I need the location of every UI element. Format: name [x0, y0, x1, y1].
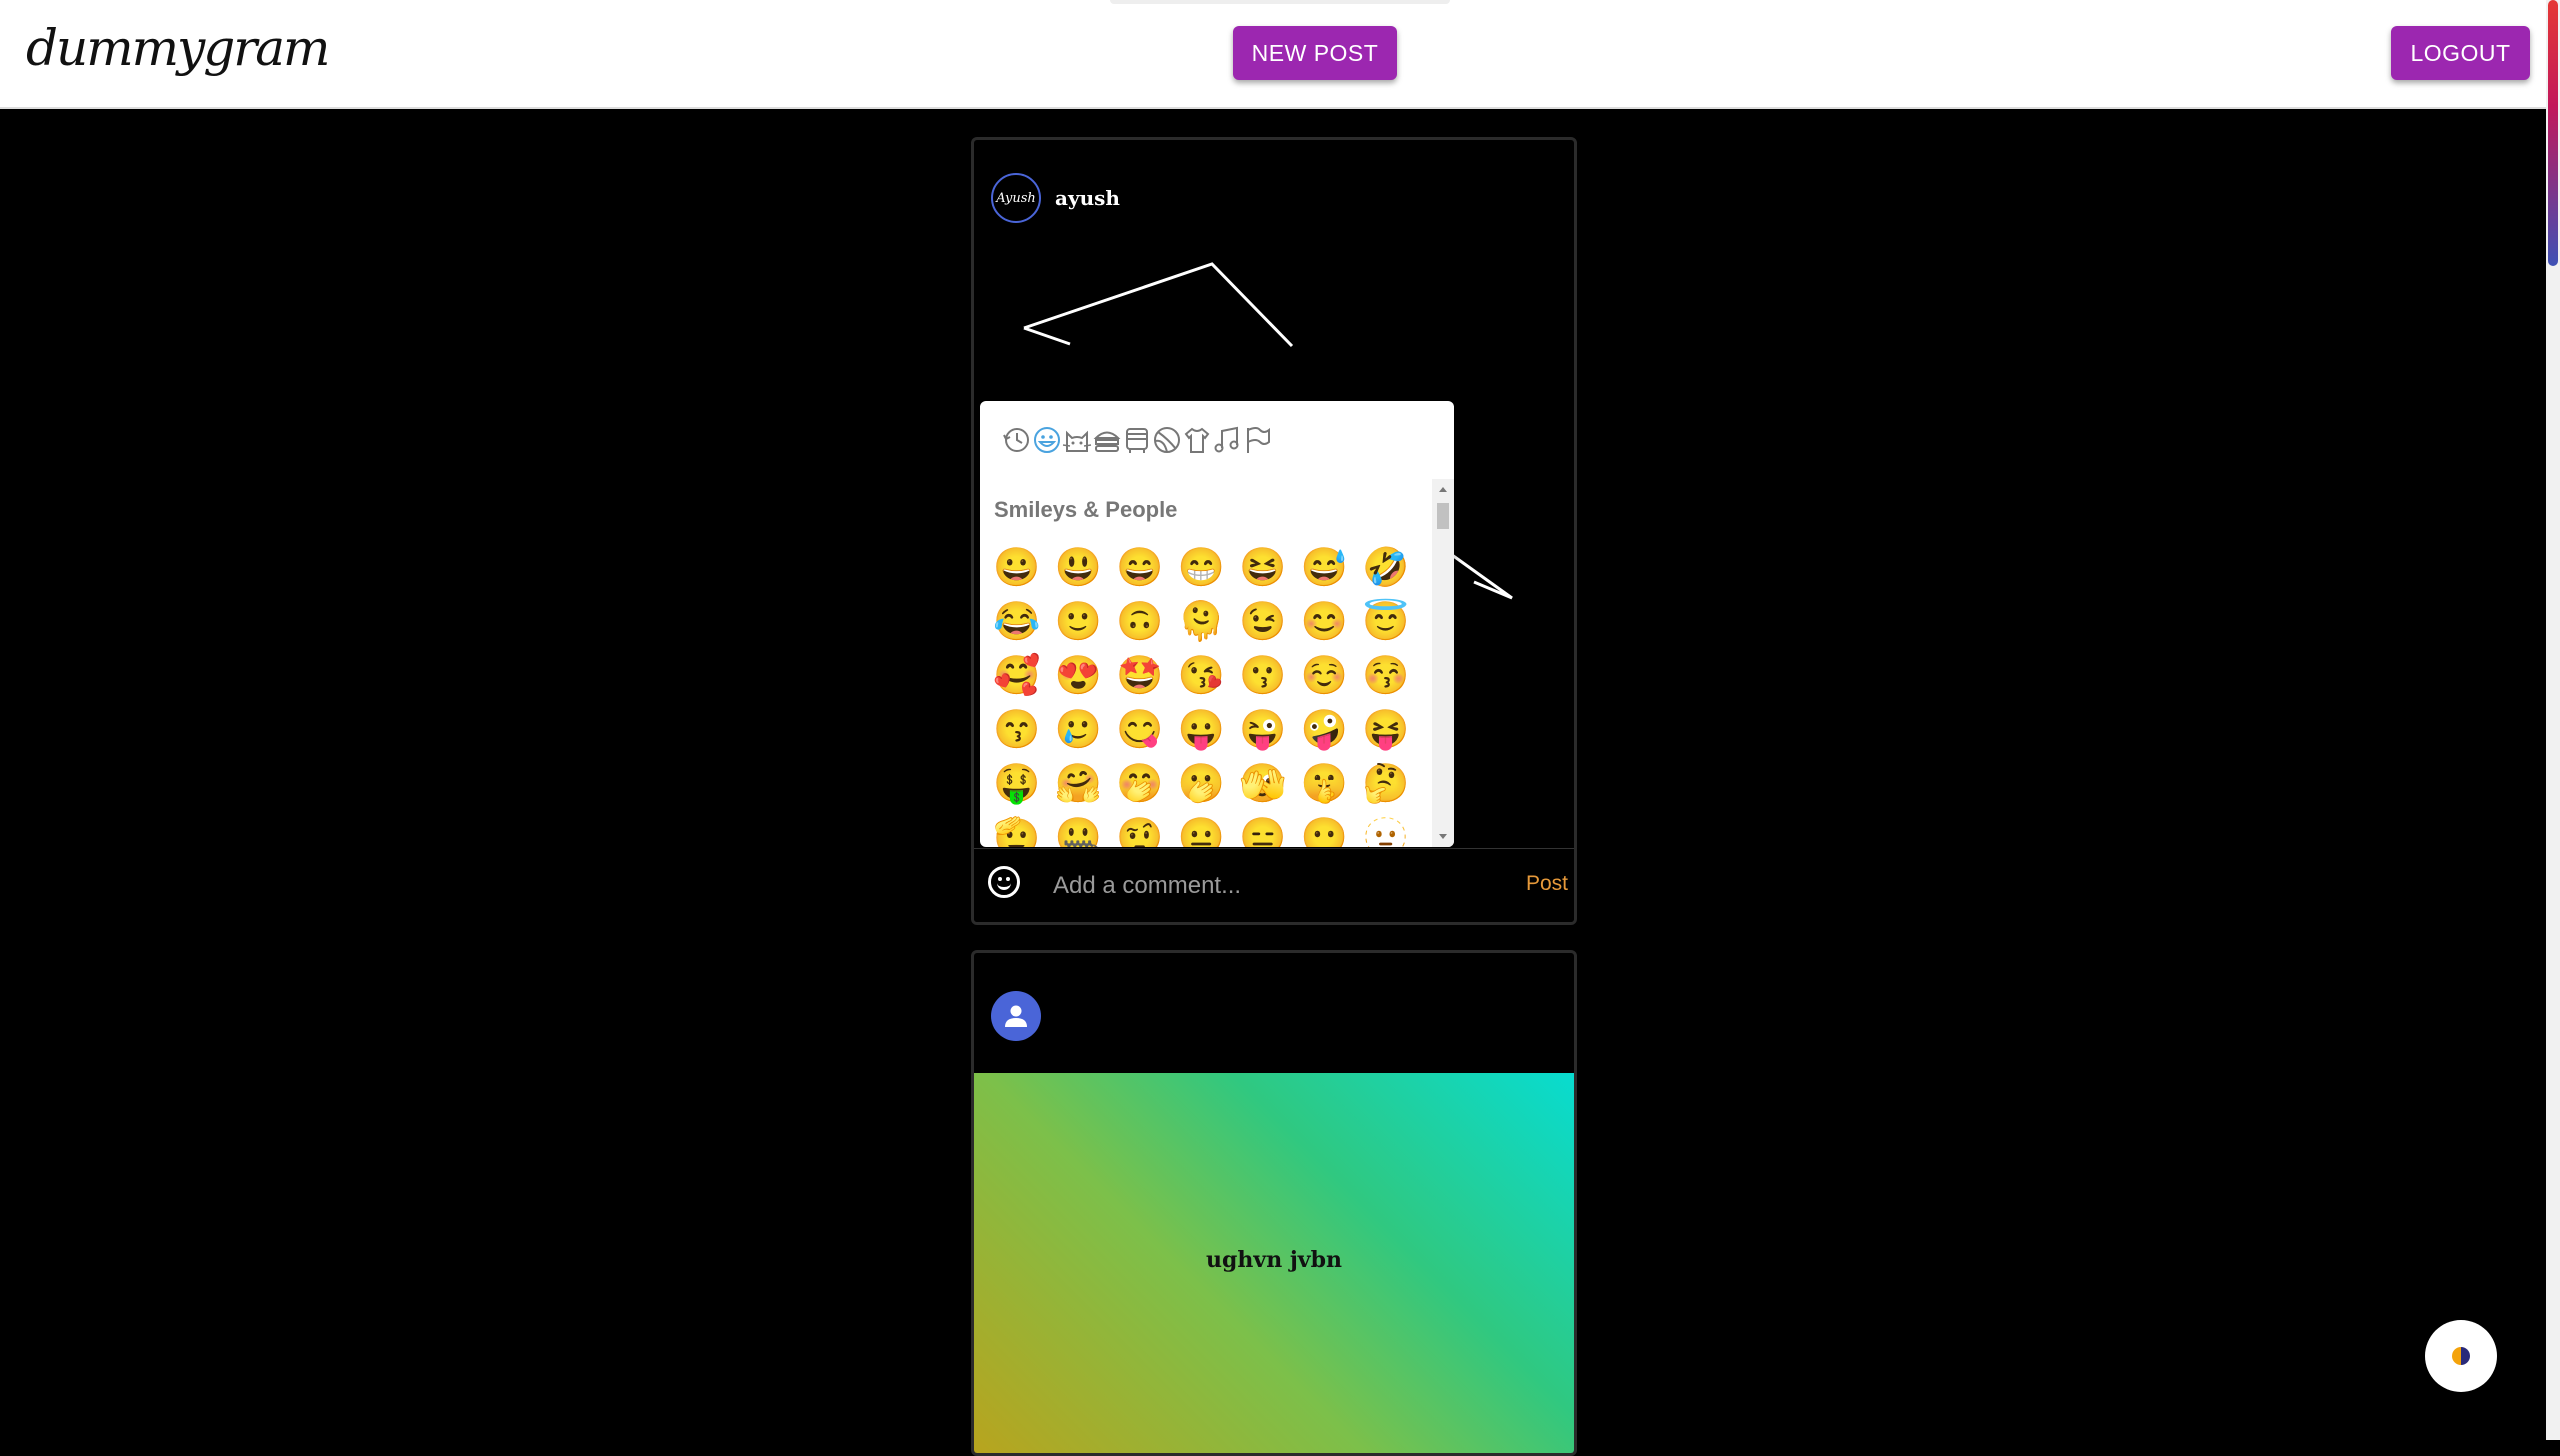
- emoji-item[interactable]: 😂: [990, 595, 1044, 649]
- emoji-item[interactable]: 😑: [1236, 811, 1290, 847]
- emoji-item[interactable]: 🤣: [1359, 541, 1413, 595]
- top-header: dummygram NEW POST LOGOUT: [0, 0, 2546, 109]
- theme-toggle-button[interactable]: [2425, 1320, 2497, 1392]
- avatar[interactable]: [991, 991, 1041, 1041]
- emoji-item[interactable]: 🫡: [990, 811, 1044, 847]
- emoji-item[interactable]: 🫠: [1175, 595, 1229, 649]
- scroll-up-arrow-icon[interactable]: [1439, 487, 1447, 492]
- travel-icon[interactable]: [1122, 425, 1152, 455]
- emoji-item[interactable]: 🫣: [1236, 757, 1290, 811]
- emoji-item[interactable]: 🙃: [1113, 595, 1167, 649]
- smiley-icon[interactable]: [988, 866, 1020, 898]
- logout-button[interactable]: LOGOUT: [2391, 26, 2530, 80]
- emoji-item[interactable]: 😘: [1175, 649, 1229, 703]
- post-image[interactable]: ughvn jvbn: [974, 1073, 1574, 1453]
- new-post-button[interactable]: NEW POST: [1233, 26, 1397, 80]
- emoji-item[interactable]: 🥲: [1052, 703, 1106, 757]
- emoji-item[interactable]: 😃: [1052, 541, 1106, 595]
- emoji-item[interactable]: 😛: [1175, 703, 1229, 757]
- emoji-item[interactable]: ☺️: [1298, 649, 1352, 703]
- emoji-item[interactable]: 😍: [1052, 649, 1106, 703]
- emoji-item[interactable]: 🤐: [1052, 811, 1106, 847]
- emoji-item[interactable]: 🤔: [1359, 757, 1413, 811]
- emoji-picker-scroll-thumb[interactable]: [1437, 503, 1449, 529]
- avatar[interactable]: Ayush: [991, 173, 1041, 223]
- food-icon[interactable]: [1092, 425, 1122, 455]
- post-caption: ughvn jvbn: [1206, 1247, 1342, 1273]
- person-icon: [1005, 1005, 1027, 1027]
- emoji-item[interactable]: 🤨: [1113, 811, 1167, 847]
- emoji-item[interactable]: 😉: [1236, 595, 1290, 649]
- emoji-item[interactable]: 🫢: [1175, 757, 1229, 811]
- emoji-item[interactable]: 😙: [990, 703, 1044, 757]
- half-circle-icon: [2452, 1347, 2470, 1365]
- emoji-item[interactable]: 😀: [990, 541, 1044, 595]
- flags-icon[interactable]: [1242, 425, 1272, 455]
- objects-icon[interactable]: [1182, 425, 1212, 455]
- emoji-item[interactable]: 😚: [1359, 649, 1413, 703]
- emoji-item[interactable]: 😅: [1298, 541, 1352, 595]
- emoji-item[interactable]: 😝: [1359, 703, 1413, 757]
- emoji-picker-scrollbar[interactable]: [1432, 479, 1454, 847]
- emoji-item[interactable]: 😄: [1113, 541, 1167, 595]
- emoji-picker: Smileys & People 😀 😃 😄 😁 😆 😅 🤣 😂 🙂 🙃 🫠 😉 😊 😇 🥰 😍 🤩 😘 😗 ☺️ 😚 😙…: [980, 401, 1454, 847]
- emoji-item[interactable]: 😊: [1298, 595, 1352, 649]
- emoji-section-title: Smileys & People: [994, 497, 1178, 522]
- post-comment-button[interactable]: Post: [1526, 872, 1568, 896]
- emoji-item[interactable]: 🤩: [1113, 649, 1167, 703]
- emoji-item[interactable]: 🤑: [990, 757, 1044, 811]
- comment-input[interactable]: [1051, 867, 1435, 905]
- emoji-item[interactable]: 😆: [1236, 541, 1290, 595]
- emoji-item[interactable]: 🥰: [990, 649, 1044, 703]
- emoji-item[interactable]: 🤭: [1113, 757, 1167, 811]
- emoji-item[interactable]: 🤪: [1298, 703, 1352, 757]
- symbols-icon[interactable]: [1212, 425, 1242, 455]
- emoji-category-bar: [980, 421, 1454, 463]
- scroll-down-arrow-icon[interactable]: [1439, 834, 1447, 839]
- emoji-item[interactable]: 🤗: [1052, 757, 1106, 811]
- recent-icon[interactable]: [1002, 425, 1032, 455]
- post-card: ughvn jvbn: [971, 950, 1577, 1456]
- emoji-item[interactable]: 🤫: [1298, 757, 1352, 811]
- emoji-scroll-area[interactable]: Smileys & People 😀 😃 😄 😁 😆 😅 🤣 😂 🙂 🙃 🫠 😉 😊 😇 🥰 😍 🤩 😘 😗 ☺️ 😚 😙…: [986, 479, 1432, 847]
- post-username[interactable]: ayush: [1055, 186, 1120, 210]
- emoji-item[interactable]: 😗: [1236, 649, 1290, 703]
- smileys-icon[interactable]: [1032, 425, 1062, 455]
- emoji-item[interactable]: 😐: [1175, 811, 1229, 847]
- app-logo[interactable]: dummygram: [26, 18, 330, 78]
- emoji-item[interactable]: 🙂: [1052, 595, 1106, 649]
- animals-icon[interactable]: [1062, 425, 1092, 455]
- emoji-item[interactable]: 😁: [1175, 541, 1229, 595]
- emoji-item[interactable]: 😶: [1298, 811, 1352, 847]
- activities-icon[interactable]: [1152, 425, 1182, 455]
- emoji-item[interactable]: 😇: [1359, 595, 1413, 649]
- emoji-item[interactable]: 😜: [1236, 703, 1290, 757]
- page-scrollbar-thumb[interactable]: [2548, 0, 2558, 266]
- emoji-item[interactable]: 😋: [1113, 703, 1167, 757]
- emoji-item[interactable]: 🫥: [1359, 811, 1413, 847]
- header-shadow: [1110, 0, 1450, 4]
- comment-bar: Post: [974, 848, 1574, 922]
